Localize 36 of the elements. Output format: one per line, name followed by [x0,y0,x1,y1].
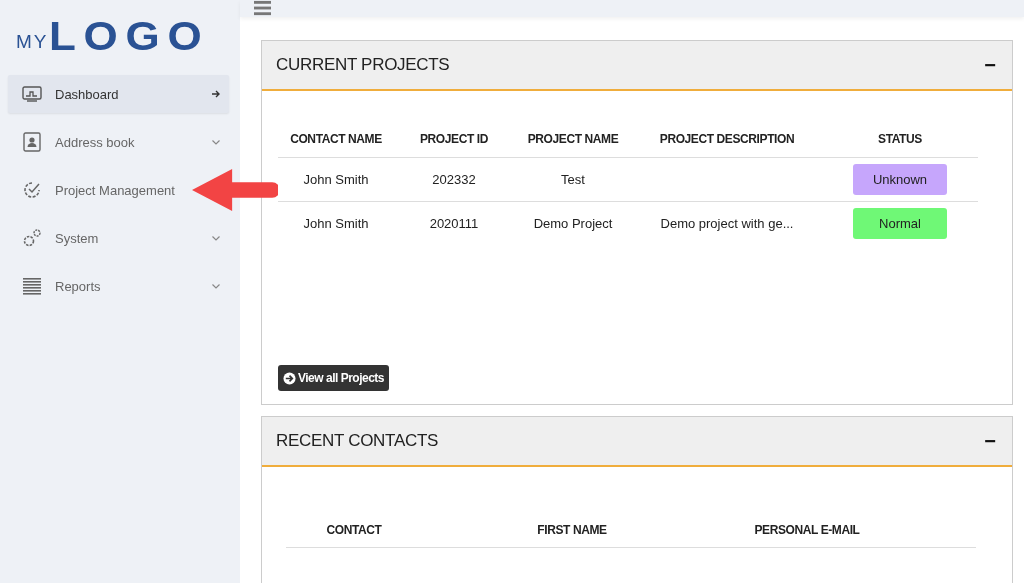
column-header: PROJECT NAME [526,132,620,146]
table-cell: 202332 [432,172,476,187]
sidebar-item[interactable]: Address book [8,123,229,161]
arrow-circle-icon [283,371,296,385]
collapse-button[interactable]: − [984,429,996,453]
table-cell: 2020111 [429,216,479,231]
table-cell: Demo project with ge... [660,216,794,231]
column-header: CONTACT NAME [289,132,383,146]
status-badge: Normal [853,208,947,239]
gears-icon [22,228,42,248]
table-cell: John Smith [303,216,369,231]
sidebar-item[interactable]: Dashboard [8,75,229,113]
contact-icon [22,132,42,152]
sidebar-item[interactable]: Reports [8,267,229,305]
table-cell: Demo Project [533,216,613,231]
sidebar-item[interactable]: Project Management [8,171,188,209]
logo: MY LOGO [15,13,210,52]
view-all-button[interactable]: View all Projects [278,365,389,391]
monitor-icon [22,84,42,104]
status-badge: Unknown [853,164,947,195]
menu-icon[interactable] [254,0,271,17]
panel-title: CURRENT PROJECTS [276,55,450,75]
column-header: STATUS [877,132,923,146]
column-header: PROJECT DESCRIPTION [658,132,796,146]
column-header: FIRST NAME [536,523,608,537]
gear-check-icon [22,180,42,200]
table-cell: John Smith [303,172,369,187]
panel-title: RECENT CONTACTS [276,431,439,451]
column-header: CONTACT [325,523,383,537]
sidebar-item[interactable]: System [8,219,229,257]
column-header: PROJECT ID [419,132,489,146]
arrow-right-icon [211,89,221,99]
column-header: PERSONAL E-MAIL [753,523,861,537]
collapse-button[interactable]: − [984,53,996,77]
list-icon [22,276,42,296]
table-cell: Test [561,172,585,187]
